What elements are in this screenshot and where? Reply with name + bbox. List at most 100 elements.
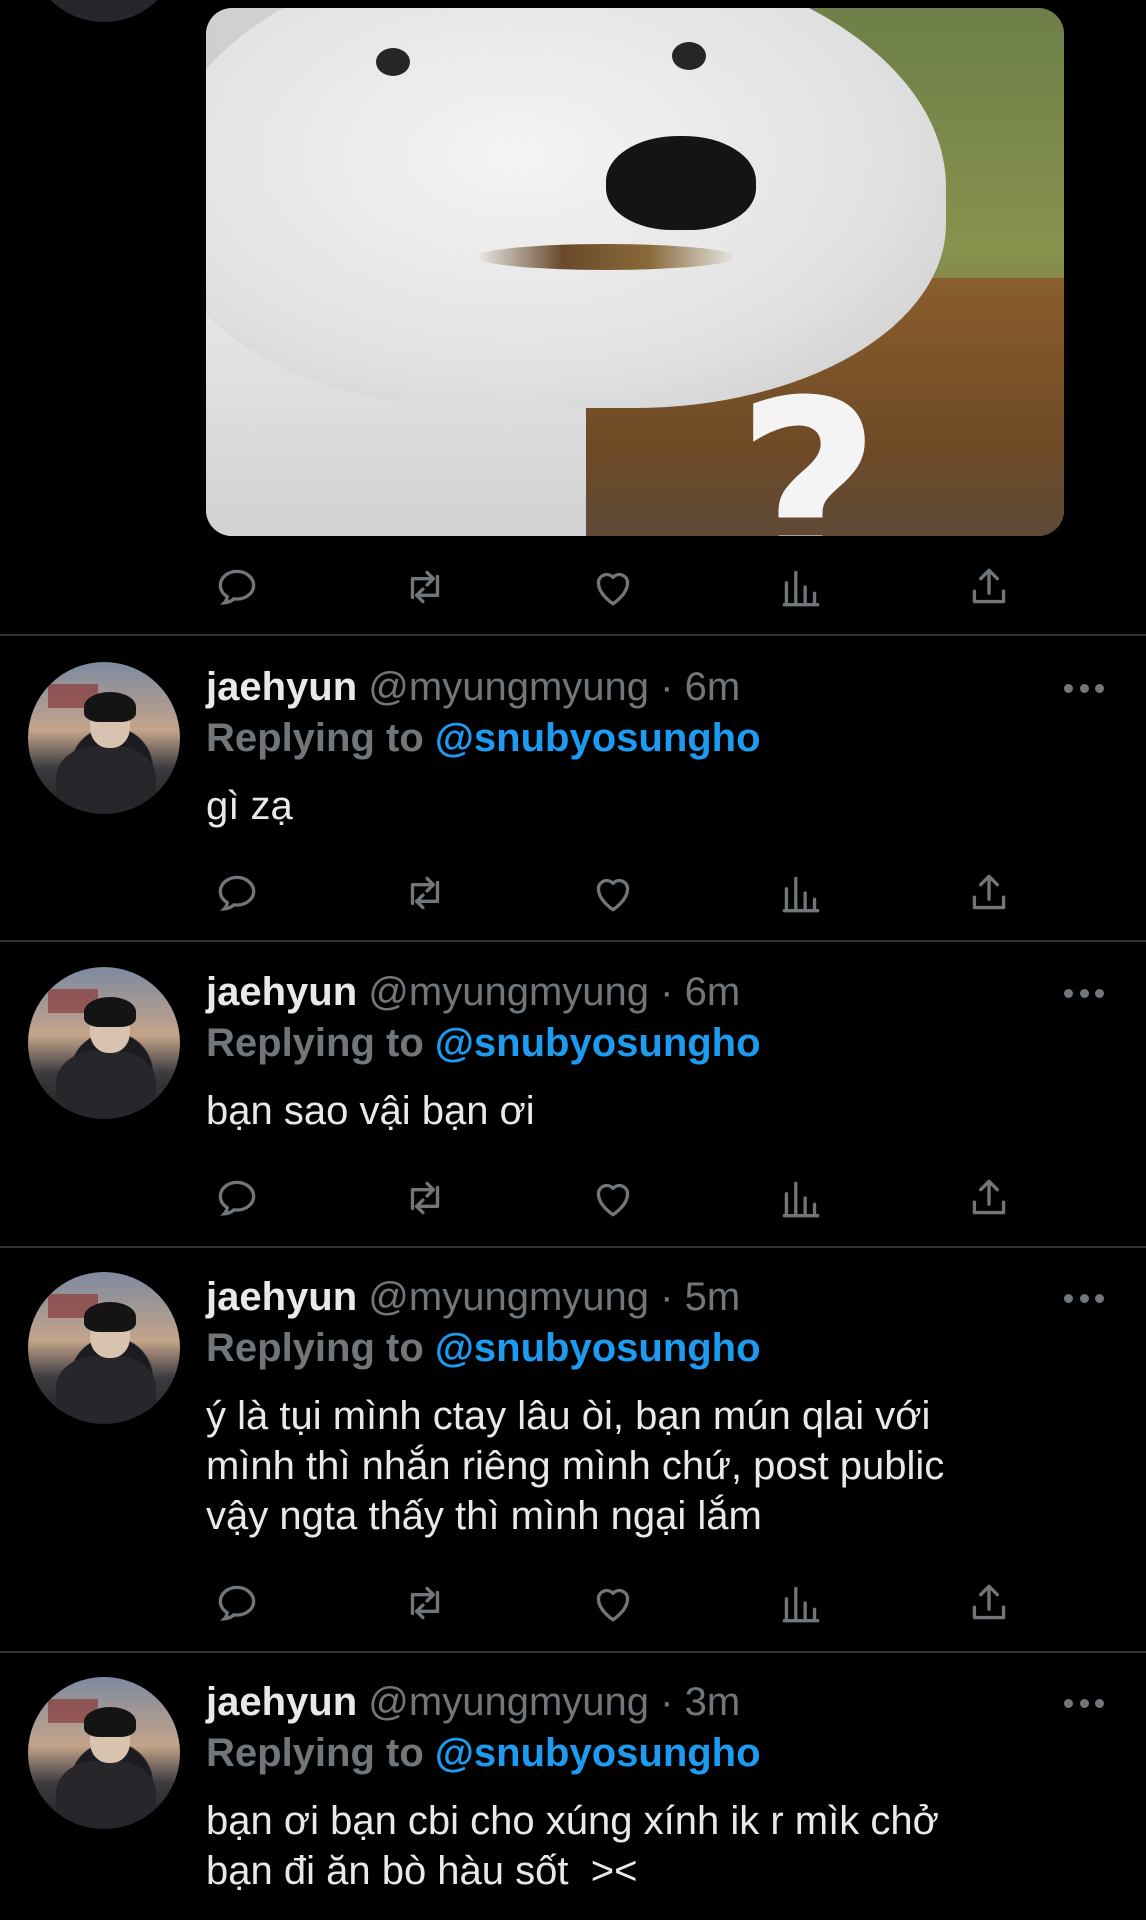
like-button[interactable]	[586, 560, 640, 614]
tweet-text: gì zạ	[206, 784, 293, 828]
dot-icon	[1064, 988, 1073, 998]
media-dog-eye	[672, 42, 706, 70]
reply-mention-link[interactable]: @snubyosungho	[435, 1326, 761, 1370]
replying-label: Replying to	[206, 1021, 424, 1065]
dot-icon	[1079, 988, 1089, 998]
reply-icon	[218, 1585, 256, 1621]
tweet-divider	[0, 1246, 1146, 1248]
tweet-text-line: bạn ơi bạn cbi cho xúng xính ik r mìk ch…	[206, 1799, 939, 1843]
share-button[interactable]	[962, 560, 1016, 614]
retweet-button[interactable]	[398, 866, 452, 920]
timestamp[interactable]: 5m	[685, 1275, 741, 1319]
reply-button[interactable]	[210, 1576, 264, 1630]
avatar[interactable]	[28, 662, 180, 814]
more-options-button[interactable]	[1064, 1693, 1104, 1713]
dot-icon	[1095, 1698, 1104, 1708]
reply-mention-link[interactable]: @snubyosungho	[435, 1021, 761, 1065]
separator: ·	[660, 1680, 674, 1724]
user-handle[interactable]: @myungmyung	[368, 970, 649, 1014]
analytics-icon	[782, 1586, 820, 1623]
retweet-button[interactable]	[398, 1171, 452, 1225]
replying-to: Replying to @snubyosungho	[206, 714, 761, 762]
more-options-button[interactable]	[1064, 983, 1104, 1003]
share-button[interactable]	[962, 1171, 1016, 1225]
avatar[interactable]	[28, 1272, 180, 1424]
media-dog-nose	[606, 136, 756, 230]
retweet-icon	[410, 570, 440, 604]
share-button[interactable]	[962, 1576, 1016, 1630]
reply-mention-link[interactable]: @snubyosungho	[435, 716, 761, 760]
avatar-body	[56, 1051, 156, 1119]
tweet-actions	[206, 1576, 1026, 1630]
retweet-button[interactable]	[398, 560, 452, 614]
avatar-hair	[84, 997, 136, 1027]
retweet-icon	[410, 1181, 440, 1215]
reply-icon	[218, 1180, 256, 1216]
display-name[interactable]: jaehyun	[206, 970, 357, 1014]
analytics-icon	[782, 876, 820, 913]
like-icon	[596, 1588, 630, 1622]
separator: ·	[660, 970, 674, 1014]
tweet-text-line: mình thì nhắn riêng mình chứ, post publi…	[206, 1444, 945, 1488]
reply-button[interactable]	[210, 560, 264, 614]
reply-mention-link[interactable]: @snubyosungho	[435, 1731, 761, 1775]
tweet-actions	[206, 560, 1026, 614]
avatar[interactable]	[28, 0, 180, 22]
like-button[interactable]	[586, 1576, 640, 1630]
reply-button[interactable]	[210, 866, 264, 920]
display-name[interactable]: jaehyun	[206, 1680, 357, 1724]
avatar-body	[56, 0, 156, 22]
user-handle[interactable]: @myungmyung	[368, 665, 649, 709]
tweet-actions	[206, 866, 1026, 920]
avatar-body	[56, 1356, 156, 1424]
retweet-button[interactable]	[398, 1576, 452, 1630]
display-name[interactable]: jaehyun	[206, 665, 357, 709]
user-handle[interactable]: @myungmyung	[368, 1680, 649, 1724]
share-icon	[972, 1584, 1006, 1620]
analytics-button[interactable]	[774, 866, 828, 920]
avatar[interactable]	[28, 1677, 180, 1829]
tweet-divider	[0, 940, 1146, 942]
analytics-button[interactable]	[774, 560, 828, 614]
tweet-header: jaehyun @myungmyung · 5m	[206, 1273, 740, 1321]
dot-icon	[1064, 1293, 1073, 1303]
more-options-button[interactable]	[1064, 1288, 1104, 1308]
reply-button[interactable]	[210, 1171, 264, 1225]
like-button[interactable]	[586, 1171, 640, 1225]
tweet-media-image[interactable]: ?	[206, 8, 1064, 536]
tweet-text-line: vậy ngta thấy thì mình ngại lắm	[206, 1494, 762, 1538]
like-icon	[596, 878, 630, 912]
analytics-button[interactable]	[774, 1576, 828, 1630]
retweet-icon	[410, 1586, 440, 1620]
dot-icon	[1079, 1293, 1089, 1303]
timestamp[interactable]: 6m	[685, 665, 741, 709]
like-icon	[596, 1183, 630, 1217]
avatar[interactable]	[28, 967, 180, 1119]
tweet-header: jaehyun @myungmyung · 6m	[206, 663, 740, 711]
analytics-icon	[782, 1181, 820, 1218]
tweet-text: ý là tụi mình ctay lâu òi, bạn mún qlai …	[206, 1391, 1046, 1541]
timestamp[interactable]: 6m	[685, 970, 741, 1014]
avatar-hair	[84, 1707, 136, 1737]
more-options-button[interactable]	[1064, 678, 1104, 698]
analytics-button[interactable]	[774, 1171, 828, 1225]
reply-icon	[218, 569, 256, 605]
dot-icon	[1095, 1293, 1104, 1303]
replying-to: Replying to @snubyosungho	[206, 1019, 761, 1067]
avatar-body	[56, 1761, 156, 1829]
like-button[interactable]	[586, 866, 640, 920]
media-question-mark: ?	[736, 347, 882, 537]
replying-label: Replying to	[206, 1326, 424, 1370]
display-name[interactable]: jaehyun	[206, 1275, 357, 1319]
timestamp[interactable]: 3m	[685, 1680, 741, 1724]
tweet-text-line: bạn đi ăn bò hàu sốt ><	[206, 1849, 638, 1893]
user-handle[interactable]: @myungmyung	[368, 1275, 649, 1319]
tweet-header: jaehyun @myungmyung · 6m	[206, 968, 740, 1016]
separator: ·	[660, 1275, 674, 1319]
dot-icon	[1079, 1698, 1089, 1708]
share-icon	[972, 1179, 1006, 1215]
media-dog-mouth	[476, 244, 736, 270]
share-button[interactable]	[962, 866, 1016, 920]
like-icon	[596, 572, 630, 606]
avatar-hair	[84, 692, 136, 722]
